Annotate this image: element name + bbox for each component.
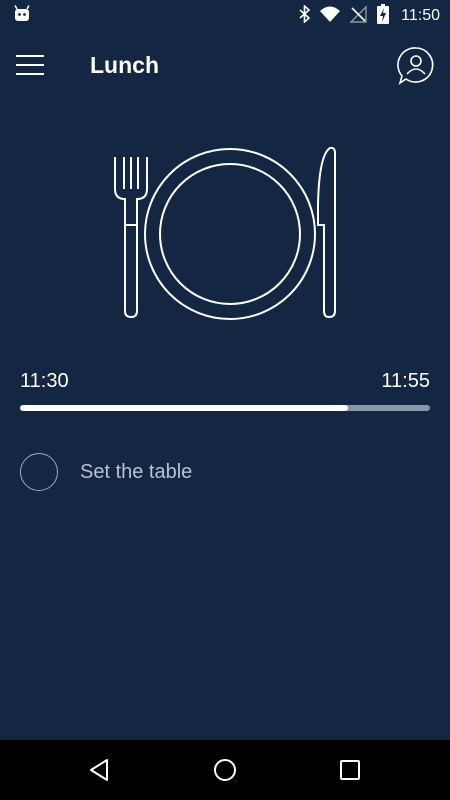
- profile-button[interactable]: [396, 46, 436, 86]
- task-label: Set the table: [80, 460, 193, 483]
- home-button[interactable]: [210, 755, 240, 785]
- task-checkbox[interactable]: [20, 453, 58, 491]
- end-time: 11:55: [381, 370, 430, 392]
- status-bar: 11:50: [0, 0, 450, 32]
- status-right: 11:50: [299, 3, 440, 29]
- back-icon: [90, 759, 108, 781]
- bluetooth-icon: [299, 3, 311, 28]
- hamburger-menu-icon: [16, 55, 44, 75]
- recents-icon: [340, 760, 360, 780]
- status-left: [12, 4, 32, 28]
- android-icon: [12, 4, 32, 28]
- back-button[interactable]: [85, 755, 115, 785]
- no-signal-icon: [349, 4, 369, 28]
- task-item-set-the-table[interactable]: Set the table: [20, 451, 192, 493]
- progress-bar: [20, 405, 430, 411]
- progress-fill: [20, 405, 348, 411]
- status-time: 11:50: [401, 7, 440, 24]
- page-title: Lunch: [90, 52, 159, 78]
- user-profile-icon: [397, 47, 434, 85]
- start-time: 11:30: [20, 370, 69, 392]
- plate-fork-knife-icon: [108, 145, 340, 321]
- menu-button[interactable]: [14, 53, 46, 77]
- system-nav-bar: [0, 740, 450, 800]
- home-icon: [214, 759, 236, 781]
- battery-charging-icon: [377, 3, 390, 29]
- recents-button[interactable]: [335, 755, 365, 785]
- app-bar: Lunch: [0, 32, 450, 98]
- wifi-icon: [319, 5, 341, 28]
